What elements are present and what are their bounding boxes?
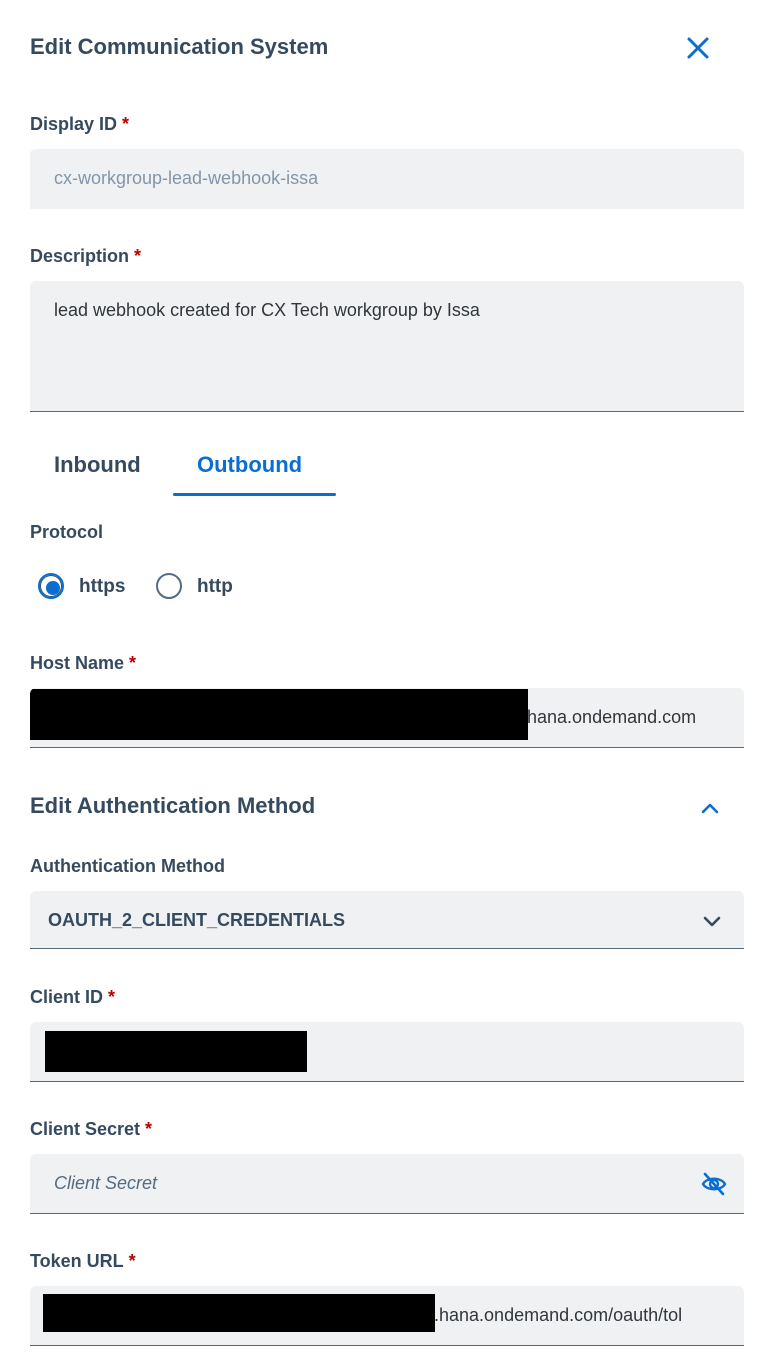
description-field[interactable]: lead webhook created for CX Tech workgro… [30, 281, 744, 412]
required-marker: * [108, 987, 116, 1007]
host-name-value: hana.ondemand.com [527, 707, 697, 727]
required-marker: * [129, 653, 137, 673]
display-id-field[interactable]: cx-workgroup-lead-webhook-issa [30, 149, 744, 209]
auth-section-title: Edit Authentication Method [30, 793, 316, 818]
display-id-value: cx-workgroup-lead-webhook-issa [54, 168, 319, 188]
protocol-label: Protocol [30, 522, 104, 542]
client-secret-placeholder: Client Secret [54, 1173, 158, 1193]
redacted-block [43, 1294, 435, 1332]
client-id-label: Client ID * [30, 987, 116, 1007]
tab-outbound[interactable]: Outbound [197, 452, 302, 478]
required-marker: * [128, 1251, 136, 1271]
redacted-block [30, 689, 528, 740]
radio-http-label[interactable]: http [197, 576, 233, 598]
client-secret-label: Client Secret * [30, 1119, 153, 1139]
required-marker: * [134, 246, 142, 266]
tab-inbound[interactable]: Inbound [54, 452, 141, 478]
auth-method-select[interactable]: OAUTH_2_CLIENT_CREDENTIALS [30, 891, 744, 949]
close-icon [687, 37, 709, 59]
host-name-field[interactable]: hana.ondemand.com [30, 688, 744, 748]
token-url-field[interactable]: .hana.ondemand.com/oauth/tol [30, 1286, 744, 1346]
token-url-label: Token URL * [30, 1251, 136, 1271]
chevron-up-icon [701, 803, 719, 814]
dialog-title: Edit Communication System [30, 34, 329, 59]
display-id-label: Display ID * [30, 114, 130, 134]
radio-https-label[interactable]: https [79, 576, 125, 598]
client-secret-field[interactable]: Client Secret [30, 1154, 744, 1214]
close-button[interactable] [684, 34, 712, 62]
chevron-down-icon [703, 916, 721, 927]
auth-method-label: Authentication Method [30, 856, 225, 876]
radio-selected-dot [46, 581, 60, 595]
required-marker: * [145, 1119, 153, 1139]
radio-https[interactable] [38, 573, 64, 599]
host-name-label: Host Name * [30, 653, 137, 673]
eye-slash-icon[interactable] [700, 1170, 728, 1198]
client-id-field[interactable] [30, 1022, 744, 1082]
active-tab-indicator [173, 493, 336, 496]
radio-http[interactable] [156, 573, 182, 599]
token-url-value: .hana.ondemand.com/oauth/tol [434, 1305, 683, 1325]
description-value: lead webhook created for CX Tech workgro… [54, 300, 480, 320]
redacted-block [45, 1031, 307, 1072]
description-label: Description * [30, 246, 142, 266]
collapse-button[interactable] [698, 797, 722, 821]
auth-method-value: OAUTH_2_CLIENT_CREDENTIALS [48, 910, 346, 930]
required-marker: * [122, 114, 130, 134]
